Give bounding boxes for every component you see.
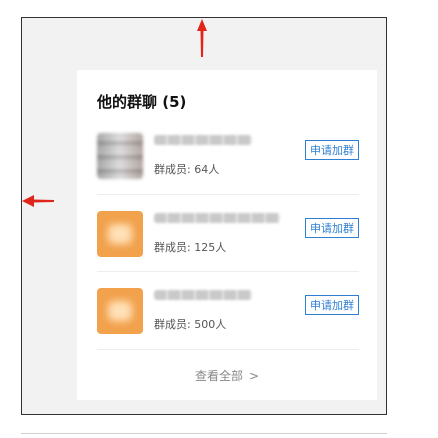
group-name-blurred bbox=[154, 135, 252, 145]
row-divider bbox=[97, 271, 359, 272]
group-avatar bbox=[97, 133, 143, 179]
group-name-blurred bbox=[154, 213, 280, 223]
group-name-blurred bbox=[154, 290, 252, 300]
row-divider bbox=[97, 194, 359, 195]
group-member-count: 群成员: 64人 bbox=[154, 163, 220, 176]
card-title: 他的群聊 (5) bbox=[97, 93, 187, 111]
arrow-left-icon bbox=[22, 195, 54, 207]
join-group-button[interactable]: 申请加群 bbox=[305, 295, 359, 315]
group-row[interactable]: 群成员: 500人 申请加群 bbox=[97, 282, 359, 342]
group-chats-card: 他的群聊 (5) 群成员: 64人 申请加群 群成员: 125人 申请加群 群成… bbox=[77, 70, 377, 400]
group-member-count: 群成员: 500人 bbox=[154, 318, 227, 331]
join-group-button[interactable]: 申请加群 bbox=[305, 140, 359, 160]
group-row[interactable]: 群成员: 125人 申请加群 bbox=[97, 205, 359, 265]
group-row[interactable]: 群成员: 64人 申请加群 bbox=[97, 127, 359, 187]
chevron-right-icon: > bbox=[248, 369, 260, 383]
join-group-button[interactable]: 申请加群 bbox=[305, 218, 359, 238]
arrow-up-icon bbox=[197, 19, 207, 57]
view-all-label: 查看全部 bbox=[194, 369, 243, 383]
screenshot-frame: 他的群聊 (5) 群成员: 64人 申请加群 群成员: 125人 申请加群 群成… bbox=[21, 17, 387, 415]
group-avatar bbox=[97, 211, 143, 257]
view-all-link[interactable]: 查看全部 > bbox=[77, 367, 377, 384]
bottom-divider bbox=[21, 433, 387, 434]
group-member-count: 群成员: 125人 bbox=[154, 241, 227, 254]
row-divider bbox=[97, 349, 359, 350]
group-avatar bbox=[97, 288, 143, 334]
